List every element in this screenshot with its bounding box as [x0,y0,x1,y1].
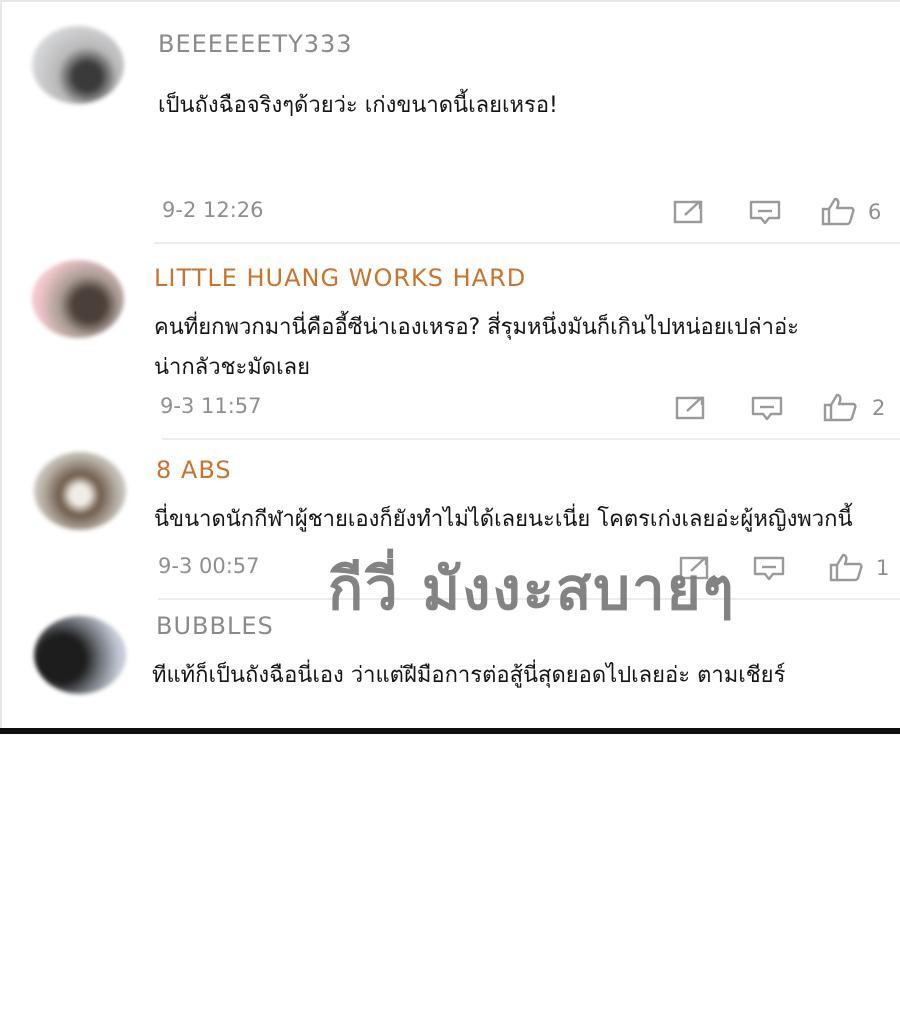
comment-2-like-count: 2 [872,396,886,420]
avatar[interactable] [34,616,126,694]
comment-3-like-count: 1 [876,556,890,580]
avatar[interactable] [32,26,124,104]
watermark: กีวี่ มังงะสบายๆ [328,555,736,623]
thumbs-up-icon[interactable] [822,392,857,422]
comment-3-timestamp: 9-3 00:57 [158,554,260,578]
thumbs-up-icon[interactable] [828,552,863,582]
comment-2-text-line-2: น่ากลัวชะมัดเลย [154,355,310,380]
comment-2-text-line-1: คนที่ยกพวกมานี่คืออี้ซีน่าเองเหรอ? สี่รุ… [154,315,799,340]
divider [154,242,900,244]
comment-1-timestamp: 9-2 12:26 [162,198,264,222]
avatar[interactable] [34,452,126,530]
avatar[interactable] [32,260,124,338]
comment-icon[interactable] [748,198,782,226]
comment-panel: BEEEEEETY333 เป็นถังฉือจริงๆด้วยว่ะ เก่ง… [0,0,900,730]
comment-2-timestamp: 9-3 11:57 [160,394,262,418]
comment-3-text: นี่ขนาดนักกีฬาผู้ชายเองก็ยังทำไม่ได้เลยน… [154,507,853,532]
comment-icon[interactable] [752,554,786,582]
thumbs-up-icon[interactable] [820,196,855,226]
comment-3-username[interactable]: 8 ABS [156,456,232,484]
share-icon[interactable] [672,198,706,226]
comment-4-username[interactable]: BUBBLES [156,612,274,640]
comment-icon[interactable] [750,394,784,422]
share-icon[interactable] [674,394,708,422]
bottom-border [0,728,900,734]
comment-2-username[interactable]: LITTLE HUANG WORKS HARD [154,264,526,292]
comment-1-text: เป็นถังฉือจริงๆด้วยว่ะ เก่งขนาดนี้เลยเหร… [158,93,558,118]
divider [162,438,900,440]
comment-4-text: ทีแท้ก็เป็นถังฉือนี่เอง ว่าแต่ฝีมือการต่… [152,663,786,688]
comment-1-username[interactable]: BEEEEEETY333 [158,30,353,58]
comment-1-like-count: 6 [868,200,882,224]
